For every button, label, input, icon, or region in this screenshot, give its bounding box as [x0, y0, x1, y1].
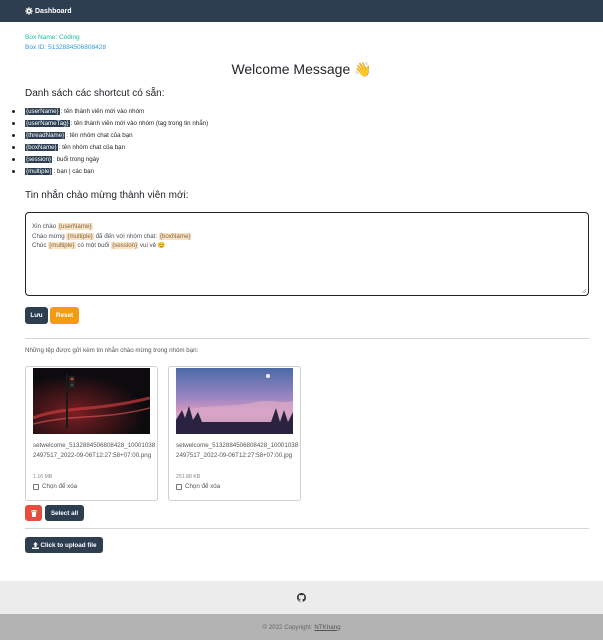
attached-files-label: Những tệp được gửi kèm tin nhắn chào mừn… [25, 347, 199, 354]
list-item: {userNameTag}: tên thành viên mới vào nh… [11, 117, 209, 129]
editor-text: Xin chào [32, 223, 58, 230]
editor-text: Chúc [32, 242, 49, 250]
editor-placeholder-tag: {multiple} [66, 232, 94, 240]
list-item: {boxName}: tên nhóm chat của bạn [11, 141, 208, 153]
editor-text: có một buổi [75, 242, 112, 250]
checkbox[interactable] [33, 483, 39, 490]
delete-button[interactable] [25, 505, 42, 521]
shortcut-tag: {multiple} [25, 168, 53, 176]
editor-line: Chúc {multiple} có một buổi {session} vu… [32, 241, 582, 251]
editor-line: Xin chào {userName} [32, 222, 582, 232]
divider [25, 338, 589, 339]
checkbox-label: Chọn để xóa [42, 483, 78, 490]
upload-label: Click to upload file [40, 541, 97, 549]
shortcut-tag: {userNameTag} [25, 119, 70, 127]
dashboard-link[interactable]: Dashboard [25, 7, 72, 15]
file-size: 1.16 MB [33, 474, 53, 480]
select-to-delete-checkbox[interactable]: Chọn để xóa [33, 483, 77, 490]
github-icon[interactable] [297, 593, 306, 602]
trash-icon [30, 509, 37, 517]
editor-placeholder-tag: {userName} [57, 223, 93, 230]
shortcuts-heading: Danh sách các shortcut có sẵn: [25, 88, 165, 99]
footer-copyright: © 2022 Copyright: NTKhang [0, 614, 603, 640]
file-name: setwelcome_5132884506808428_100010382497… [176, 442, 299, 459]
shortcut-tag: {boxName} [25, 143, 58, 151]
shortcut-list: {userName} : tên thành viên mới vào nhóm … [11, 105, 209, 178]
editor-text: Chào mừng [32, 232, 67, 240]
shortcut-desc: : tên nhóm chat của bạn [66, 131, 133, 139]
box-info: Box Name: Coding Box ID: 513288450680842… [25, 33, 106, 53]
list-item: {session}: buổi trong ngày [11, 153, 208, 165]
dashboard-label: Dashboard [35, 7, 72, 15]
editor-text: đã đến với nhóm chat: [93, 232, 159, 240]
file-thumbnail-image[interactable] [33, 368, 150, 434]
file-name: setwelcome_5132884506808428_100010382497… [33, 442, 156, 459]
shortcut-desc: : buổi trong ngày [53, 155, 100, 163]
editor-placeholder-tag: {boxName} [158, 232, 192, 240]
gear-icon [25, 7, 33, 15]
list-item: {threadName}: tên nhóm chat của bạn [11, 129, 208, 141]
shortcut-tag: {threadName} [25, 131, 66, 139]
file-thumbnail-image[interactable] [176, 368, 293, 434]
editor-line: Chào mừng {multiple} đã đến với nhóm cha… [32, 232, 582, 242]
list-item: {userName}: tên thành viên mới vào nhóm [11, 105, 208, 117]
resize-grip-icon[interactable] [581, 288, 586, 293]
upload-icon [31, 541, 39, 549]
file-card: setwelcome_5132884506808428_100010382497… [25, 366, 158, 501]
shortcut-desc: : tên thành viên mới vào nhóm (tag trong… [70, 119, 209, 127]
page-title: Welcome Message 👋 [231, 61, 372, 77]
box-id: Box ID: 5132884506808428 [25, 44, 106, 51]
welcome-message-editor[interactable]: Xin chào {userName} Chào mừng {multiple}… [25, 212, 589, 296]
editor-text: vui vẻ 😊 [138, 242, 166, 250]
welcome-heading: Tin nhắn chào mừng thành viên mới: [25, 190, 189, 201]
author-link[interactable]: NTKhang [314, 624, 340, 631]
checkbox[interactable] [176, 483, 182, 490]
save-button[interactable]: Lưu [25, 307, 48, 324]
file-size: 251.88 KB [176, 474, 201, 480]
editor-placeholder-tag: {session} [111, 242, 139, 250]
shortcut-tag: {session} [25, 155, 53, 163]
navbar: Dashboard [0, 0, 603, 22]
shortcut-desc: : bạn | các bạn [53, 168, 94, 176]
editor-placeholder-tag: {multiple} [48, 242, 76, 250]
reset-button[interactable]: Reset [50, 307, 79, 324]
shortcut-tag: {userName} [25, 107, 60, 115]
upload-file-button[interactable]: Click to upload file [25, 537, 103, 553]
checkbox-label: Chọn để xóa [185, 483, 221, 490]
box-name: Box Name: Coding [25, 34, 80, 41]
divider [25, 528, 589, 529]
file-card: setwelcome_5132884506808428_100010382497… [168, 366, 301, 501]
copyright-text: © 2022 Copyright: [262, 623, 313, 631]
select-all-button[interactable]: Select all [45, 505, 84, 521]
shortcut-desc: : tên nhóm chat của bạn [58, 143, 126, 151]
footer-icons [0, 581, 603, 614]
shortcut-desc: : tên thành viên mới vào nhóm [60, 107, 145, 115]
list-item: {multiple}: bạn | các bạn [11, 165, 208, 177]
select-to-delete-checkbox[interactable]: Chọn để xóa [176, 483, 220, 490]
